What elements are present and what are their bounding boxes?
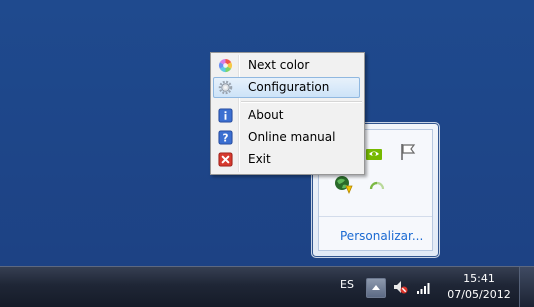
menu-item-next-color[interactable]: Next color: [213, 55, 360, 76]
system-clock[interactable]: 15:41 07/05/2012: [446, 271, 512, 303]
svg-text:?: ?: [223, 133, 229, 145]
menu-item-label: Exit: [248, 152, 271, 166]
flag-icon[interactable]: [398, 142, 418, 162]
menu-item-about[interactable]: About: [213, 105, 360, 126]
clock-time: 15:41: [463, 272, 495, 285]
menu-item-label: Next color: [248, 58, 310, 72]
spinner-icon[interactable]: [367, 177, 387, 197]
close-icon: [218, 152, 233, 167]
show-desktop-button[interactable]: [519, 267, 534, 307]
menu-item-label: About: [248, 108, 284, 122]
menu-separator-highlight: [241, 102, 362, 103]
info-icon: [218, 108, 233, 123]
customize-link[interactable]: Personalizar...: [340, 229, 423, 243]
language-indicator[interactable]: ES: [340, 278, 354, 291]
flyout-divider: [319, 216, 432, 217]
taskbar: ES 15:41 07/05/2012: [0, 266, 534, 307]
menu-item-label: Configuration: [248, 80, 330, 94]
gear-icon: [218, 80, 233, 95]
menu-item-exit[interactable]: Exit: [213, 149, 360, 170]
color-wheel-icon: [218, 58, 233, 73]
menu-item-label: Online manual: [248, 130, 336, 144]
help-icon: ?: [218, 130, 233, 145]
menu-item-configuration[interactable]: Configuration: [213, 77, 360, 98]
speaker-muted-icon[interactable]: [392, 279, 408, 295]
chevron-up-icon: [372, 285, 380, 290]
context-menu: Next color Configuration About ? Online …: [210, 52, 365, 175]
network-signal-icon[interactable]: [416, 279, 432, 295]
show-hidden-icons-button[interactable]: [366, 278, 386, 298]
menu-item-online-manual[interactable]: ? Online manual: [213, 127, 360, 148]
nvidia-icon[interactable]: [364, 144, 384, 164]
clock-date: 07/05/2012: [447, 288, 511, 301]
globe-icon[interactable]: [333, 174, 353, 194]
